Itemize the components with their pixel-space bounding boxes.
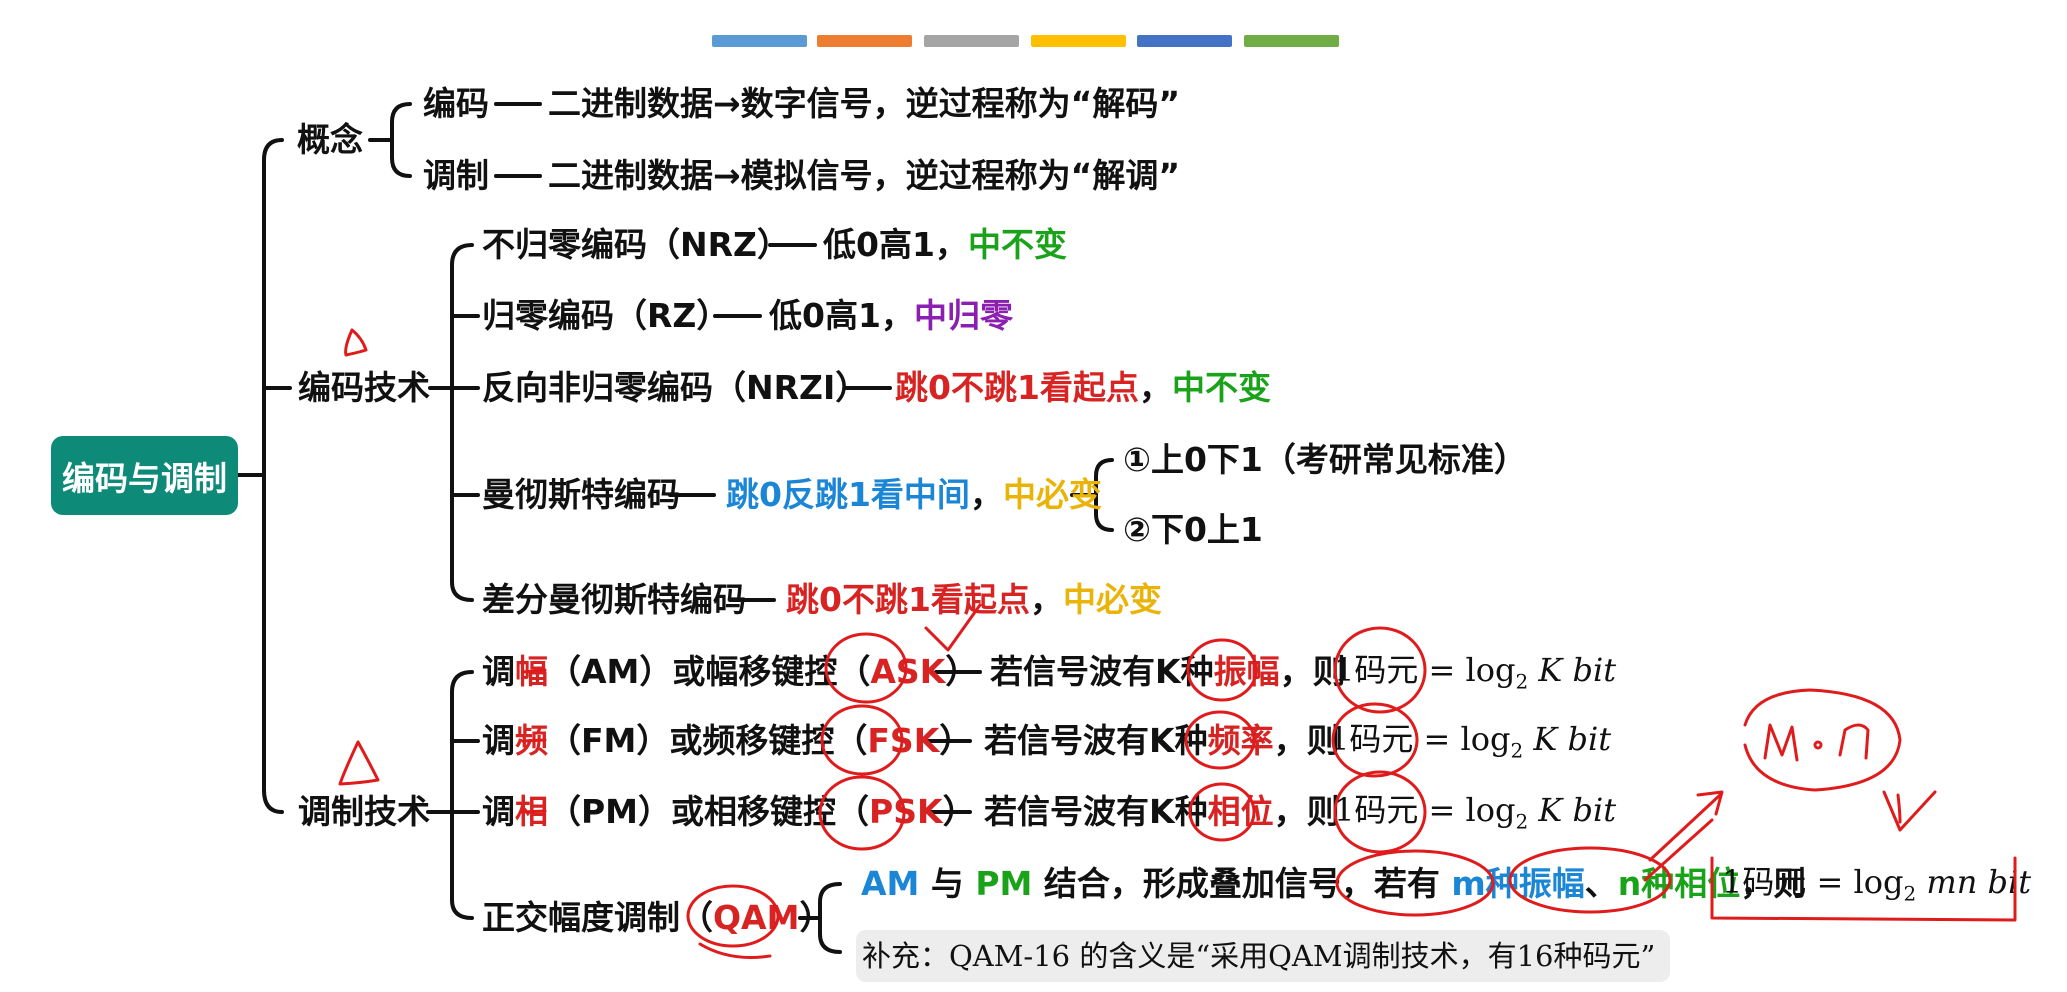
circle-fsk bbox=[820, 704, 904, 776]
circle-formula-fm bbox=[1331, 702, 1419, 778]
circle-phase bbox=[1188, 782, 1256, 842]
circle-ask bbox=[824, 632, 908, 704]
arrow-up-2 bbox=[1643, 818, 1714, 882]
arrow-up bbox=[1648, 790, 1724, 862]
handwritten-m bbox=[1763, 723, 1799, 762]
triangle-mark-2 bbox=[338, 740, 380, 786]
circle-psk bbox=[818, 775, 906, 851]
triangle-mark-1 bbox=[344, 328, 368, 357]
circle-m-amplitude bbox=[1335, 849, 1495, 917]
circle-formula-am bbox=[1333, 626, 1427, 714]
circle-qam bbox=[686, 884, 780, 948]
check-mark bbox=[924, 603, 982, 652]
underline-pm-key bbox=[521, 809, 547, 814]
arrow-down bbox=[1882, 790, 1937, 832]
handwritten-annotations bbox=[338, 328, 2017, 959]
underline-am-key bbox=[521, 668, 547, 674]
circle-amplitude bbox=[1186, 638, 1258, 702]
circle-frequency bbox=[1184, 710, 1256, 770]
circle-formula-pm bbox=[1333, 770, 1427, 854]
handwritten-n bbox=[1838, 723, 1870, 760]
handwritten-dot bbox=[1813, 740, 1823, 750]
underline-fm-key bbox=[521, 738, 547, 743]
box-formula-qam bbox=[1710, 856, 2017, 922]
